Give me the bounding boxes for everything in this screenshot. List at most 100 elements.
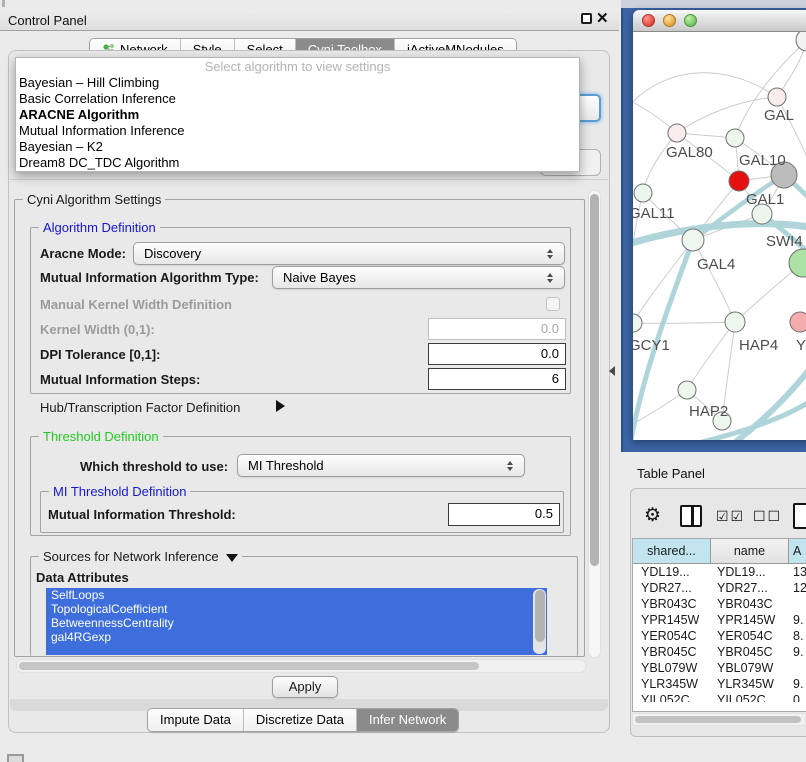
node[interactable] (796, 32, 806, 51)
table-cell[interactable]: YIL052C (641, 693, 690, 702)
table-cell[interactable]: 0. (793, 693, 803, 702)
expand-arrow-icon[interactable] (276, 400, 285, 412)
checked-boxes-icon[interactable]: ☑☑ (716, 508, 745, 525)
panel-vertical-scrollbar[interactable] (588, 190, 601, 658)
table-horizontal-scrollbar-thumb[interactable] (635, 716, 801, 723)
panel-horizontal-scrollbar[interactable] (16, 659, 586, 673)
node-hap2[interactable] (678, 381, 696, 399)
apply-button[interactable]: Apply (272, 676, 338, 698)
unchecked-boxes-icon[interactable]: ☐☐ (753, 508, 782, 525)
gear-icon[interactable]: ⚙ (644, 504, 661, 527)
panel-horizontal-scrollbar-thumb[interactable] (19, 662, 479, 670)
node-gal-pink[interactable] (768, 88, 786, 106)
list-scrollbar-thumb[interactable] (535, 590, 545, 642)
tab-discretize-data[interactable]: Discretize Data (244, 709, 357, 731)
data-attributes-label: Data Attributes (36, 570, 129, 585)
algorithm-option[interactable]: Bayesian – Hill Climbing (16, 75, 579, 91)
table-cell[interactable]: YPR145W (641, 613, 699, 627)
which-threshold-label: Which threshold to use: (80, 459, 228, 474)
table-cell[interactable]: YBR045C (717, 645, 773, 659)
tab-infer-network[interactable]: Infer Network (357, 709, 458, 731)
panel-vertical-scrollbar-thumb[interactable] (590, 194, 599, 566)
which-threshold-combobox[interactable]: MI Threshold (237, 454, 525, 477)
network-window[interactable]: GAL GAL80 GAL10 GAL1 GAL11 SWI4 GAL4 GCY… (633, 10, 806, 440)
dpi-tolerance-label: DPI Tolerance [0,1]: (40, 347, 160, 362)
mi-algorithm-type-combobox[interactable]: Naive Bayes (272, 266, 565, 289)
node-hap4[interactable] (725, 312, 745, 332)
close-icon[interactable]: ✕ (596, 9, 609, 27)
mi-threshold-input[interactable]: 0.5 (448, 503, 560, 526)
table-cell[interactable]: YDL19... (641, 565, 690, 579)
table-cell[interactable]: YBR043C (717, 597, 773, 611)
bottom-tab-bar: Impute Data Discretize Data Infer Networ… (147, 708, 459, 732)
data-attributes-list[interactable]: SelfLoops TopologicalCoefficient Between… (46, 588, 547, 655)
table-cell[interactable]: YBR043C (641, 597, 697, 611)
dpi-tolerance-input[interactable]: 0.0 (428, 343, 566, 365)
attribute-item[interactable]: gal4RGexp (46, 630, 547, 644)
table-cell[interactable]: YDR27... (641, 581, 692, 595)
attribute-item[interactable]: SelfLoops (46, 588, 547, 602)
node-gal4[interactable] (682, 229, 704, 251)
node-gcy1[interactable] (633, 314, 642, 332)
node-gal80[interactable] (668, 124, 686, 142)
aracne-mode-combobox[interactable]: Discovery (133, 242, 565, 265)
table-cell[interactable]: YER054C (717, 629, 773, 643)
table-cell[interactable]: 12 (793, 581, 806, 595)
minimize-traffic-light-icon[interactable] (663, 14, 676, 27)
mi-steps-label: Mutual Information Steps: (40, 372, 200, 387)
table-cell[interactable]: YLR345W (717, 677, 774, 691)
mi-algorithm-type-label: Mutual Information Algorithm Type: (40, 270, 259, 285)
table-horizontal-scrollbar[interactable] (632, 713, 806, 726)
algorithm-option[interactable]: Basic Correlation Inference (16, 91, 579, 107)
split-columns-icon[interactable] (680, 505, 702, 527)
kernel-width-input[interactable]: 0.0 (428, 318, 566, 340)
algorithm-option[interactable]: Dream8 DC_TDC Algorithm (16, 155, 579, 171)
table-cell[interactable]: 8. (793, 629, 803, 643)
node-gal10[interactable] (726, 129, 744, 147)
table-cell[interactable]: YLR345W (641, 677, 698, 691)
table-cell[interactable]: YDL19... (717, 565, 766, 579)
collapse-arrow-icon[interactable] (226, 554, 238, 562)
column-header-name[interactable]: name (711, 539, 789, 564)
node-gal1-red[interactable] (729, 171, 749, 191)
table-cell[interactable]: YDR27... (717, 581, 768, 595)
table-cell[interactable]: YPR145W (717, 613, 775, 627)
float-window-icon[interactable] (581, 13, 592, 24)
control-panel-title: Control Panel (8, 13, 87, 28)
table-body[interactable]: YDL19... YDL19... 13 YDR27... YDR27... 1… (633, 564, 806, 676)
column-header-shared-name[interactable]: shared... (633, 539, 711, 564)
manual-kernel-label: Manual Kernel Width Definition (40, 297, 232, 312)
table-cell[interactable]: 9. (793, 645, 803, 659)
manual-kernel-checkbox[interactable] (546, 297, 560, 311)
close-traffic-light-icon[interactable] (642, 14, 655, 27)
table-cell[interactable]: YBR045C (641, 645, 697, 659)
node-gal11[interactable] (634, 184, 652, 202)
attribute-item[interactable]: BetweennessCentrality (46, 616, 547, 630)
split-pane-collapse-icon[interactable] (609, 366, 615, 376)
sources-group-title: Sources for Network Inference (39, 549, 242, 564)
table-cell[interactable]: YBL079W (641, 661, 697, 675)
tab-impute-data[interactable]: Impute Data (148, 709, 244, 731)
table-cell[interactable]: 13 (793, 565, 806, 579)
table-cell[interactable]: 9. (793, 677, 803, 691)
list-scrollbar-track[interactable] (533, 589, 546, 654)
algorithm-option-selected[interactable]: ARACNE Algorithm (16, 107, 579, 123)
table-cell[interactable]: YER054C (641, 629, 697, 643)
minimized-panel-icon[interactable] (7, 754, 24, 762)
node-salmon[interactable] (790, 312, 806, 332)
document-icon[interactable] (793, 503, 806, 529)
column-header-clipped[interactable]: A (789, 539, 806, 564)
algorithm-option[interactable]: Mutual Information Inference (16, 123, 579, 139)
table-cell[interactable]: YBL079W (717, 661, 773, 675)
mi-steps-input[interactable]: 6 (428, 368, 566, 390)
algorithm-option[interactable]: Bayesian – K2 (16, 139, 579, 155)
table-cell[interactable]: 9. (793, 613, 803, 627)
table-body-clipped[interactable]: YLR345W YLR345W 9. YIL052C YIL052C 0. (633, 676, 806, 702)
aracne-mode-label: Aracne Mode: (40, 246, 126, 261)
attribute-item[interactable]: TopologicalCoefficient (46, 602, 547, 616)
zoom-traffic-light-icon[interactable] (684, 14, 697, 27)
network-window-titlebar[interactable] (633, 10, 806, 32)
network-graph: GAL GAL80 GAL10 GAL1 GAL11 SWI4 GAL4 GCY… (633, 32, 806, 440)
network-canvas[interactable]: GAL GAL80 GAL10 GAL1 GAL11 SWI4 GAL4 GCY… (633, 32, 806, 440)
table-cell[interactable]: YIL052C (717, 693, 766, 702)
